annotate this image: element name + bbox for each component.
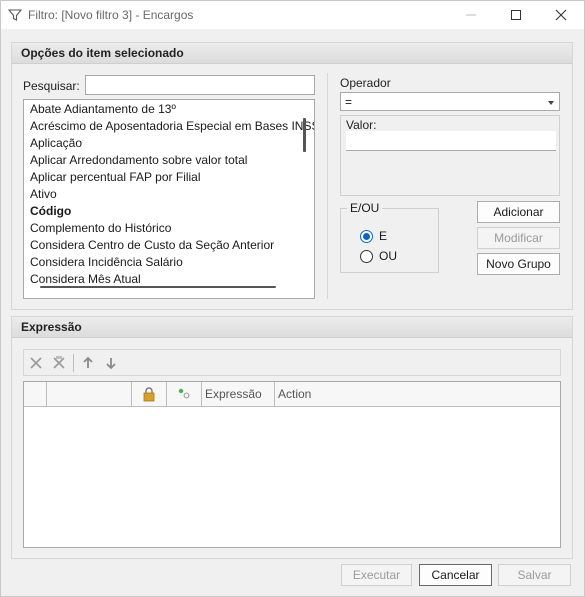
list-item[interactable]: Aplicar percentual FAP por Filial: [30, 169, 201, 186]
close-icon: [555, 9, 567, 21]
grid-col-lock[interactable]: [132, 382, 167, 407]
toolbar-separator: [73, 354, 74, 372]
valor-box: Valor:: [340, 115, 560, 196]
close-button[interactable]: [539, 1, 583, 29]
radio-ou-dot[interactable]: [360, 249, 373, 263]
filter-dialog: Filtro: [Novo filtro 3] - Encargos Opçõe…: [0, 0, 585, 597]
radio-ou[interactable]: OU: [360, 249, 397, 263]
expression-toolbar: [23, 349, 561, 376]
expression-grid[interactable]: Expressão Action: [23, 381, 561, 548]
valor-input[interactable]: [346, 131, 556, 151]
list-item[interactable]: Complemento do Histórico: [30, 220, 171, 237]
title-bar: Filtro: [Novo filtro 3] - Encargos: [1, 1, 584, 29]
grid-header: Expressão Action: [24, 382, 560, 407]
minimize-icon: [466, 14, 476, 16]
operator-value: =: [345, 95, 353, 109]
search-input[interactable]: [85, 75, 315, 95]
eou-groupbox: E/OU: [340, 201, 439, 273]
grid-col-expressao[interactable]: Expressão: [202, 382, 275, 407]
grid-col-action[interactable]: Action: [275, 382, 560, 407]
maximize-icon: [511, 10, 521, 20]
adicionar-button[interactable]: Adicionar: [477, 201, 560, 223]
field-list[interactable]: Abate Adiantamento de 13º Acréscimo de Ap…: [23, 99, 315, 299]
chevron-down-icon: [548, 101, 554, 105]
lock-icon: [143, 387, 155, 402]
cancelar-button[interactable]: Cancelar: [419, 564, 492, 586]
list-item[interactable]: Considera Centro de Custo da Seção Anter…: [30, 237, 274, 254]
maximize-button[interactable]: [494, 1, 538, 29]
window-title: Filtro: [Novo filtro 3] - Encargos: [28, 8, 194, 22]
eou-title: E/OU: [347, 201, 383, 215]
search-label: Pesquisar:: [23, 79, 80, 93]
list-item[interactable]: Abate Adiantamento de 13º: [30, 101, 176, 118]
radio-e-dot[interactable]: [360, 229, 373, 243]
list-horizontal-scrollbar[interactable]: [40, 286, 276, 288]
grid-col-toggle[interactable]: [167, 382, 202, 407]
radio-ou-label: OU: [379, 249, 397, 263]
list-item[interactable]: Considera Incidência Salário: [30, 254, 183, 271]
minimize-button[interactable]: [449, 1, 493, 29]
list-item[interactable]: Ativo: [30, 186, 57, 203]
arrow-up-icon[interactable]: [80, 355, 96, 371]
panel-divider: [327, 73, 328, 299]
modificar-button[interactable]: Modificar: [477, 227, 560, 249]
operator-label: Operador: [340, 76, 391, 90]
radio-e-label: E: [379, 229, 388, 243]
list-item[interactable]: Código: [30, 203, 71, 220]
list-vertical-scrollbar[interactable]: [303, 118, 306, 152]
grid-col-indicator: [24, 382, 47, 407]
operator-select[interactable]: =: [340, 92, 560, 111]
arrow-down-icon[interactable]: [103, 355, 119, 371]
filter-icon: [8, 9, 22, 21]
toggle-icon: [178, 388, 190, 399]
list-item[interactable]: Aplicar Arredondamento sobre valor total: [30, 152, 247, 169]
expression-panel-header: Expressão: [12, 317, 572, 338]
list-item[interactable]: Aplicação: [30, 135, 82, 152]
list-item[interactable]: Acréscimo de Aposentadoria Especial em B…: [30, 118, 314, 135]
options-panel-header: Opções do item selecionado: [12, 43, 572, 64]
executar-button[interactable]: Executar: [341, 564, 412, 586]
grid-col-blank: [47, 382, 132, 407]
novo-grupo-button[interactable]: Novo Grupo: [477, 253, 560, 275]
delete-icon[interactable]: [28, 355, 44, 371]
delete-all-icon[interactable]: [51, 355, 67, 371]
radio-e[interactable]: E: [360, 229, 387, 243]
salvar-button[interactable]: Salvar: [498, 564, 571, 586]
valor-label: Valor:: [346, 118, 377, 132]
